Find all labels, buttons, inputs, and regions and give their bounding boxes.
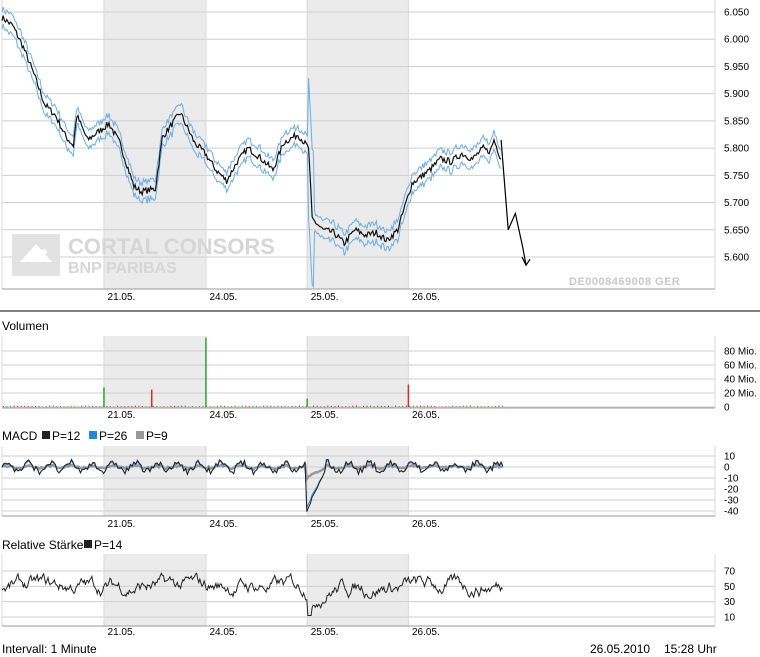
price-y-tick-5: 5.800 xyxy=(724,144,749,155)
price-y-tick-4: 5.850 xyxy=(724,116,749,127)
macd-x-tick-2: 25.05. xyxy=(311,519,339,530)
rsi-p14-line xyxy=(1,572,503,616)
volume-y-tick-3: 20 Mio. xyxy=(724,389,757,400)
vol-shade-1 xyxy=(103,336,206,408)
price-y-tick-9: 5.600 xyxy=(724,253,749,264)
rsi-x-tick-3: 26.05. xyxy=(412,627,440,638)
macd-x-tick-0: 21.05. xyxy=(108,519,136,530)
vol-shade-3 xyxy=(307,336,409,408)
price-y-tick-3: 5.900 xyxy=(724,89,749,100)
macd-y-tick-5: -40 xyxy=(724,507,739,518)
legend-macd12: P=12 xyxy=(52,429,81,443)
volume-y-tick-0: 80 Mio. xyxy=(724,347,757,358)
macd-x-tick-1: 24.05. xyxy=(209,519,237,530)
price-x-tick-1: 24.05. xyxy=(209,292,237,303)
price-y-tick-1: 6.000 xyxy=(724,35,749,46)
price-x-tick-3: 26.05. xyxy=(412,292,440,303)
price-x-tick-2: 25.05. xyxy=(311,292,339,303)
volume-bars xyxy=(2,337,504,407)
macd-x-tick-3: 26.05. xyxy=(412,519,440,530)
gridlines xyxy=(1,0,716,627)
macd-lines xyxy=(1,458,504,512)
macd-title: MACD xyxy=(2,429,38,443)
rsi-y-tick-0: 70 xyxy=(724,567,736,578)
rsi-x-tick-2: 25.05. xyxy=(311,627,339,638)
volume-title: Volumen xyxy=(2,319,49,333)
macd-y-tick-3: -20 xyxy=(724,485,739,496)
volume-y-tick-1: 60 Mio. xyxy=(724,361,757,372)
footer-date: 26.05.2010 xyxy=(590,642,650,656)
price-y-tick-0: 6.050 xyxy=(724,8,749,19)
rsi-y-tick-2: 30 xyxy=(724,597,736,608)
legend-macd26: P=26 xyxy=(99,429,128,443)
macd-y-tick-2: -10 xyxy=(724,474,739,485)
legend-rsi: P=14 xyxy=(94,538,123,552)
rsi-y-tick-1: 50 xyxy=(724,582,736,593)
macd-y-tick-0: 10 xyxy=(724,452,736,463)
rsi-title: Relative Stärke xyxy=(2,538,84,552)
volume-y-tick-2: 40 Mio. xyxy=(724,375,757,386)
price-line xyxy=(1,15,502,247)
legend-macd9: P=9 xyxy=(146,429,168,443)
watermark-line2: BNP PARIBAS xyxy=(68,260,177,277)
price-y-tick-7: 5.700 xyxy=(724,198,749,209)
chart-canvas: CORTAL CONSORS BNP PARIBAS DE0008469008 … xyxy=(0,0,760,656)
price-series xyxy=(1,15,502,247)
rsi-legend: P=14 xyxy=(84,538,123,552)
macd-y-tick-1: 0 xyxy=(724,463,730,474)
vol-x-tick-0: 21.05. xyxy=(108,410,136,421)
y-axis-labels: 6.050 6.000 5.950 5.900 5.850 5.800 5.750 5.700… xyxy=(724,8,757,624)
price-y-tick-8: 5.650 xyxy=(724,225,749,236)
volume-y-tick-4: 0 xyxy=(724,403,730,414)
rsi-x-tick-1: 24.05. xyxy=(209,627,237,638)
rsi-y-tick-3: 10 xyxy=(724,613,736,624)
price-y-tick-2: 5.950 xyxy=(724,62,749,73)
rsi-x-tick-0: 21.05. xyxy=(108,627,136,638)
macd-legend: P=12 P=26 P=9 xyxy=(42,429,168,443)
vol-x-tick-1: 24.05. xyxy=(209,410,237,421)
interval-label: Intervall: 1 Minute xyxy=(2,642,97,656)
vol-x-tick-2: 25.05. xyxy=(311,410,339,421)
vol-x-tick-3: 26.05. xyxy=(412,410,440,421)
trend-arrowhead xyxy=(521,256,531,267)
legend-swatch-macd12 xyxy=(42,431,50,439)
isin-label: DE0008469008 GER xyxy=(569,276,680,288)
cortal-consors-logo: CORTAL CONSORS BNP PARIBAS xyxy=(12,234,275,277)
macd-y-tick-4: -30 xyxy=(724,496,739,507)
price-x-tick-0: 21.05. xyxy=(108,292,136,303)
rsi-line xyxy=(1,572,503,616)
legend-swatch-macd9 xyxy=(136,431,144,439)
price-y-tick-6: 5.750 xyxy=(724,171,749,182)
legend-swatch-rsi xyxy=(84,540,92,548)
rsi-shade-1 xyxy=(103,554,206,626)
legend-swatch-macd26 xyxy=(89,431,97,439)
footer-time: 15:28 Uhr xyxy=(664,642,717,656)
watermark-line1: CORTAL CONSORS xyxy=(68,234,275,259)
